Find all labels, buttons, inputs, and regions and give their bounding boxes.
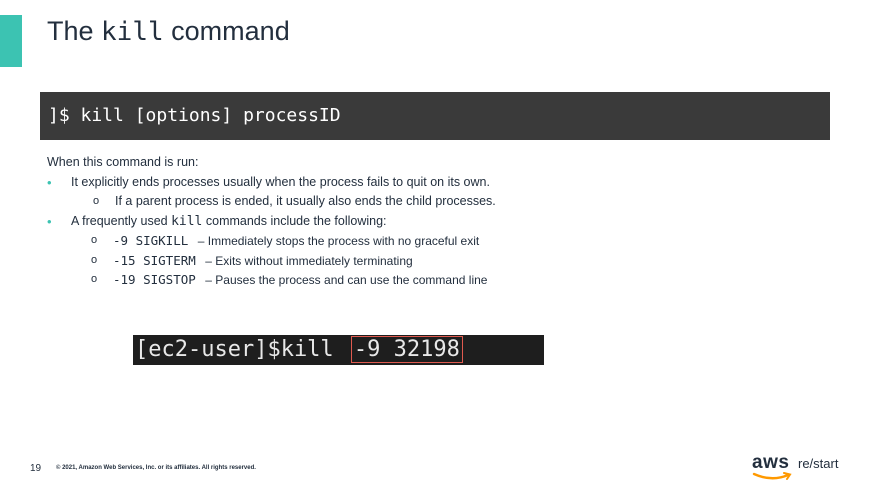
terminal-example: [ec2-user]$kill -9 32198 bbox=[133, 335, 544, 365]
signal-code: -19 SIGSTOP bbox=[113, 272, 196, 287]
sub-bullet-text: If a parent process is ended, it usually… bbox=[115, 194, 496, 208]
bullet-inline-code: kill bbox=[171, 213, 203, 229]
bullet-item: • A frequently used kill commands includ… bbox=[47, 212, 827, 232]
aws-wordmark: aws bbox=[752, 452, 790, 473]
restart-wordmark: re/start bbox=[798, 456, 839, 471]
terminal-prompt: [ec2-user]$kill bbox=[135, 337, 347, 362]
signal-item: o -19 SIGSTOP – Pauses the process and c… bbox=[47, 270, 827, 290]
command-syntax-banner: ]$ kill [options] processID bbox=[40, 92, 830, 140]
title-accent-bar bbox=[0, 15, 22, 67]
bullet-item: • It explicitly ends processes usually w… bbox=[47, 173, 827, 193]
signal-item: o -9 SIGKILL – Immediately stops the pro… bbox=[47, 231, 827, 251]
signal-item: o -15 SIGTERM – Exits without immediatel… bbox=[47, 251, 827, 271]
aws-restart-logo: aws re/start bbox=[752, 452, 852, 482]
signal-description: – Immediately stops the process with no … bbox=[197, 234, 480, 248]
title-code: kill bbox=[101, 17, 164, 47]
bullet-dot-icon: • bbox=[47, 174, 52, 190]
circle-bullet-icon: o bbox=[91, 273, 98, 285]
signal-code: -15 SIGTERM bbox=[113, 252, 196, 268]
highlighted-arguments: -9 32198 bbox=[350, 336, 463, 363]
circle-bullet-icon: o bbox=[91, 234, 98, 246]
title-prefix: The bbox=[47, 16, 102, 46]
copyright-notice: © 2021, Amazon Web Services, Inc. or its… bbox=[56, 465, 256, 471]
slide-title: The kill command bbox=[47, 16, 290, 47]
aws-smile-icon bbox=[752, 472, 792, 480]
title-suffix: command bbox=[163, 16, 290, 46]
bullet-text-prefix: A frequently used bbox=[71, 213, 172, 228]
signal-code: -9 SIGKILL bbox=[113, 233, 189, 248]
signal-description: – Pauses the process and can use the com… bbox=[205, 273, 488, 287]
signal-description: – Exits without immediately terminating bbox=[205, 253, 413, 268]
bullet-dot-icon: • bbox=[47, 213, 52, 229]
page-number: 19 bbox=[30, 463, 42, 474]
bullet-text: It explicitly ends processes usually whe… bbox=[71, 174, 490, 189]
circle-bullet-icon: o bbox=[91, 253, 98, 266]
circle-bullet-icon: o bbox=[93, 195, 100, 207]
intro-text: When this command is run: bbox=[47, 155, 199, 169]
bullet-text-suffix: commands include the following: bbox=[202, 213, 387, 228]
slide-body: When this command is run: • It explicitl… bbox=[47, 153, 827, 290]
sub-bullet-item: o If a parent process is ended, it usual… bbox=[47, 192, 827, 212]
